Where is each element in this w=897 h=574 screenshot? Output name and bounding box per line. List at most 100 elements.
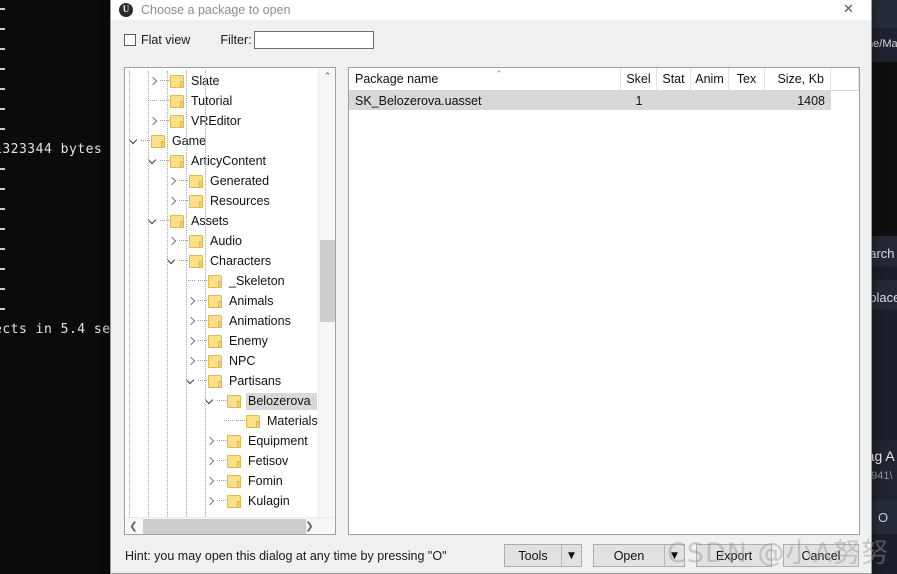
tree-node-articycontent[interactable]: ArticyContent bbox=[125, 151, 318, 171]
folder-icon bbox=[227, 474, 241, 488]
tree-node-assets[interactable]: Assets bbox=[125, 211, 318, 231]
tree-node-label: Fomin bbox=[248, 473, 283, 488]
flat-view-label: Flat view bbox=[141, 33, 191, 47]
tree-guide-line bbox=[167, 71, 168, 521]
tree-vscroll-thumb[interactable] bbox=[320, 240, 335, 322]
tree-node-label: Belozerova bbox=[246, 392, 317, 410]
chevron-down-glyph bbox=[187, 377, 196, 386]
tree-node-enemy[interactable]: Enemy bbox=[125, 331, 318, 351]
tree-vertical-scrollbar[interactable]: ⌃ ⌄ bbox=[318, 68, 335, 534]
chevron-right-glyph bbox=[149, 117, 158, 126]
folder-icon bbox=[208, 334, 222, 348]
tree-node-kulagin[interactable]: Kulagin bbox=[125, 491, 318, 511]
folder-icon bbox=[208, 294, 222, 308]
chevron-right-glyph bbox=[168, 197, 177, 206]
dialog-footer-buttons[interactable]: Tools ▼ Open ▼ Export Cancel bbox=[493, 544, 859, 567]
column-header-anim[interactable]: Anim bbox=[691, 68, 729, 90]
column-header-size-kb[interactable]: Size, Kb bbox=[765, 68, 831, 90]
console-tick bbox=[0, 188, 5, 190]
chevron-right-glyph bbox=[168, 177, 177, 186]
open-button[interactable]: Open ▼ bbox=[593, 544, 685, 567]
package-list-body[interactable]: SK_Belozerova.uasset 1 1408 bbox=[349, 91, 859, 110]
console-tick bbox=[0, 128, 5, 130]
tree-guide-line bbox=[205, 71, 206, 521]
package-list-header[interactable]: Package name ⌃ Skel Stat Anim Tex Size, Kb bbox=[349, 68, 859, 91]
chevron-right-glyph bbox=[187, 337, 196, 346]
folder-icon bbox=[208, 274, 222, 288]
chevron-right-glyph bbox=[206, 437, 215, 446]
tree-node-equipment[interactable]: Equipment bbox=[125, 431, 318, 451]
chevron-down-icon[interactable]: ▼ bbox=[561, 545, 581, 566]
chevron-down-icon[interactable]: ▼ bbox=[664, 545, 684, 566]
package-list-panel[interactable]: Package name ⌃ Skel Stat Anim Tex Size, Kb SK_… bbox=[348, 67, 860, 535]
open-button-label[interactable]: Open bbox=[594, 545, 664, 566]
tree-node-fetisov[interactable]: Fetisov bbox=[125, 451, 318, 471]
sort-ascending-icon: ⌃ bbox=[495, 70, 503, 80]
package-tree-rows[interactable]: Slate Tutorial VREditor Game ArticyContent Ge… bbox=[125, 71, 318, 521]
column-header-skel[interactable]: Skel bbox=[621, 68, 657, 90]
table-row[interactable]: SK_Belozerova.uasset 1 1408 bbox=[349, 91, 859, 110]
tools-button-label[interactable]: Tools bbox=[505, 545, 561, 566]
tree-node-slate[interactable]: Slate bbox=[125, 71, 318, 91]
tree-node-generated[interactable]: Generated bbox=[125, 171, 318, 191]
console-tick bbox=[0, 8, 5, 10]
folder-icon bbox=[189, 254, 203, 268]
column-header-blank[interactable] bbox=[831, 68, 859, 90]
table-cell: SK_Belozerova.uasset bbox=[349, 91, 621, 110]
folder-icon bbox=[170, 114, 184, 128]
chevron-right-glyph bbox=[187, 317, 196, 326]
folder-icon bbox=[170, 154, 184, 168]
tree-node-materials[interactable]: Materials bbox=[125, 411, 318, 431]
tree-node-vreditor[interactable]: VREditor bbox=[125, 111, 318, 131]
chevron-right-glyph bbox=[206, 477, 215, 486]
logo-glyph: U bbox=[122, 4, 130, 14]
tools-button[interactable]: Tools ▼ bbox=[504, 544, 582, 567]
tree-node-label: Assets bbox=[191, 213, 229, 228]
package-tree-panel[interactable]: Slate Tutorial VREditor Game ArticyContent Ge… bbox=[124, 67, 336, 535]
tree-node-belozerova[interactable]: Belozerova bbox=[125, 391, 318, 411]
tree-node-resources[interactable]: Resources bbox=[125, 191, 318, 211]
tree-node-fomin[interactable]: Fomin bbox=[125, 471, 318, 491]
chevron-right-glyph bbox=[168, 237, 177, 246]
dialog-titlebar[interactable]: U Choose a package to open ✕ bbox=[111, 0, 871, 20]
tree-node-audio[interactable]: Audio bbox=[125, 231, 318, 251]
tree-node--skeleton[interactable]: _Skeleton bbox=[125, 271, 318, 291]
tree-node-npc[interactable]: NPC bbox=[125, 351, 318, 371]
cancel-button[interactable]: Cancel bbox=[783, 544, 859, 567]
tree-hscroll-thumb[interactable] bbox=[143, 519, 306, 534]
tree-node-animals[interactable]: Animals bbox=[125, 291, 318, 311]
dialog-title: Choose a package to open bbox=[141, 2, 291, 17]
tree-node-animations[interactable]: Animations bbox=[125, 311, 318, 331]
console-tick bbox=[0, 228, 5, 230]
tree-connector bbox=[217, 440, 226, 442]
tree-node-label: _Skeleton bbox=[229, 273, 285, 288]
scroll-right-icon[interactable]: ❯ bbox=[301, 518, 318, 534]
tree-node-partisans[interactable]: Partisans bbox=[125, 371, 318, 391]
editor-label: O bbox=[878, 510, 889, 525]
table-cell: 1 bbox=[621, 91, 657, 110]
tree-node-characters[interactable]: Characters bbox=[125, 251, 318, 271]
close-icon[interactable]: ✕ bbox=[826, 0, 871, 19]
column-header-stat[interactable]: Stat bbox=[657, 68, 691, 90]
tree-node-tutorial[interactable]: Tutorial bbox=[125, 91, 318, 111]
console-tick bbox=[0, 88, 5, 90]
scroll-up-icon[interactable]: ⌃ bbox=[319, 68, 335, 85]
flat-view-checkbox[interactable] bbox=[124, 34, 136, 46]
folder-icon bbox=[189, 194, 203, 208]
column-header-tex[interactable]: Tex bbox=[729, 68, 765, 90]
tree-guide-line bbox=[129, 71, 130, 521]
tree-node-game[interactable]: Game bbox=[125, 131, 318, 151]
tree-horizontal-scrollbar[interactable]: ❮ ❯ bbox=[125, 517, 335, 534]
tree-node-label: ArticyContent bbox=[191, 153, 267, 168]
filter-input[interactable] bbox=[253, 31, 374, 49]
column-header-package-name[interactable]: Package name ⌃ bbox=[349, 68, 621, 90]
scroll-left-icon[interactable]: ❮ bbox=[125, 518, 142, 534]
export-button[interactable]: Export bbox=[696, 544, 772, 567]
flat-view-checkbox-group[interactable]: Flat view bbox=[124, 33, 190, 47]
